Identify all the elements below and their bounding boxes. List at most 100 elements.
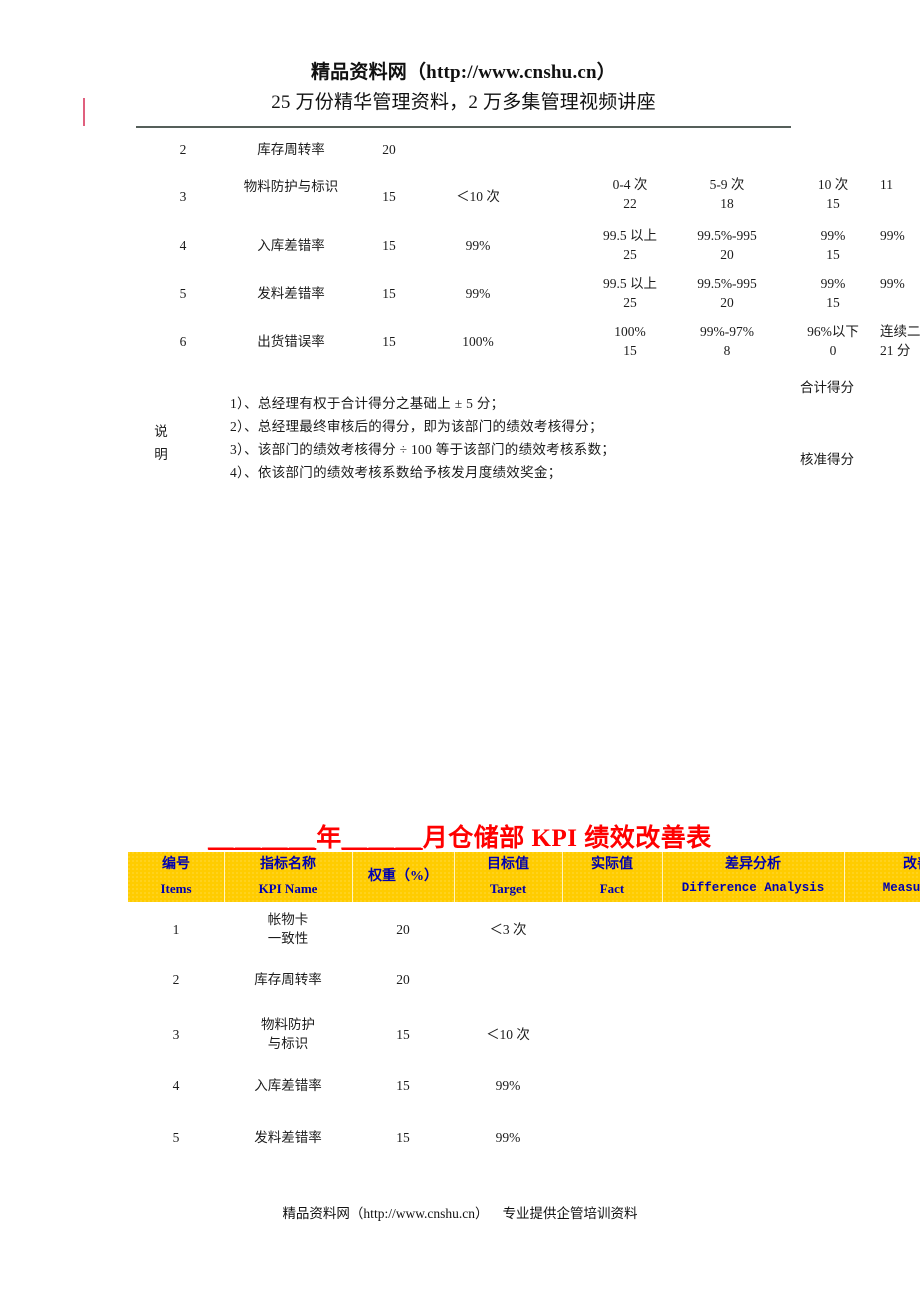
table-row: 5 发料差错率 15 99% [128,1113,920,1165]
table-row: 3 物料防护 与标识 15 ＜10 次 [128,1007,920,1061]
cell-grade-band-4: 连续二 21 分 [880,322,920,360]
cell-kpi-name: 物料防护与标识 [243,179,339,194]
footer-site: 精品资料网（http://www.cnshu.cn） [282,1206,489,1221]
column-header-cn: 编号 [162,857,190,872]
cell-grade-band-1: 0-4 次 22 [580,175,680,213]
kpi-name-line-1: 物料防护 [261,1017,315,1032]
table-row: 4 入库差错率 15 99% [128,1061,920,1113]
cell-weight: 15 [382,334,396,349]
column-separator [454,852,455,902]
title-blank-year: ＿＿＿＿ [208,825,317,852]
cell-target: 99% [465,286,491,301]
kpi-name-line-2: 与标识 [267,1036,309,1051]
table-row: 6 出货错误率 15 100% 100% 15 99%-97% 8 96%以下 … [0,320,920,368]
grade-score: 15 [826,247,840,262]
page-footer: 精品资料网（http://www.cnshu.cn） 专业提供企管培训资料 [0,1202,920,1222]
column-header-weight: 权重（%） [352,852,454,902]
column-header-cn: 实际值 [591,857,633,872]
grade-score: 21 分 [880,343,911,358]
cell-grade-band-1: 99.5 以上 25 [580,274,680,312]
list-item: 2）、总经理最终审核后的得分，即为该部门的绩效考核得分； [230,418,603,434]
cell-grade-band-4: 99% [880,226,920,245]
grade-label: 5-9 次 [709,177,745,192]
column-separator [352,852,353,902]
explanation-label: 说 明 [148,420,174,466]
column-header-en: KPI Name [258,881,318,896]
cell-grade-band-1: 99.5 以上 25 [580,226,680,264]
cell-kpi-name: 入库差错率 [224,1076,352,1095]
cell-weight: 15 [396,1078,410,1093]
column-header-en: Fact [599,881,625,896]
grade-score: 25 [623,247,637,262]
grade-label: 99.5%-995 [697,228,757,243]
column-header-fact: 实际值 Fact [562,852,662,902]
kpi-assessment-table-continued: 2 库存周转率 20 3 物料防护与标识 15 ＜10 次 0-4 次 22 5… [0,134,920,368]
grade-score: 18 [720,196,734,211]
grade-label: 0-4 次 [612,177,648,192]
column-separator [562,852,563,902]
grade-label: 99.5 以上 [603,228,657,243]
column-header-target: 目标值 Target [454,852,562,902]
cell-target: 99% [495,1130,521,1145]
title-year-char: 年 [316,825,342,852]
explanation-label-char-1: 说 [154,424,168,439]
cell-item-no: 4 [172,1078,180,1093]
column-header-cn: 改善措 [903,857,920,872]
table-row: 5 发料差错率 15 99% 99.5 以上 25 99.5%-995 20 9… [0,272,920,320]
grade-label: 连续二 [880,324,920,339]
kpi-name-line-1: 帐物卡 [267,912,309,927]
grade-label: 99% [820,276,846,291]
total-score-label: 合计得分 [800,380,854,395]
cell-grade-band-2: 5-9 次 18 [677,175,777,213]
cell-grade-band-4: 11 [880,175,920,194]
column-separator [224,852,225,902]
cell-kpi-name: 库存周转率 [224,970,352,989]
header-divider-rule [136,126,791,128]
cell-item-no: 4 [179,238,187,253]
list-item: 1）、总经理有权于合计得分之基础上 ± 5 分； [230,395,505,411]
cell-target: 99% [495,1078,521,1093]
kpi-name-line-1: 库存周转率 [254,972,322,987]
cell-item-no: 5 [172,1130,180,1145]
cell-item-no: 6 [179,334,187,349]
grade-score: 15 [826,295,840,310]
table-row: 3 物料防护与标识 15 ＜10 次 0-4 次 22 5-9 次 18 10 … [0,170,920,224]
cell-weight: 15 [382,286,396,301]
table-row: 2 库存周转率 20 [128,955,920,1007]
cell-grade-band-4: 99% [880,274,920,293]
cell-kpi-name: 发料差错率 [224,1128,352,1147]
cell-grade-band-3: 99% 15 [790,274,876,312]
column-separator [844,852,845,902]
column-header-en: Difference Analysis [681,881,825,895]
column-header-cn: 目标值 [487,857,529,872]
grade-label: 99% [820,228,846,243]
cell-grade-band-3: 96%以下 0 [790,322,876,360]
cell-weight: 15 [396,1027,410,1042]
revision-change-bar [83,98,85,126]
cell-kpi-name: 库存周转率 [257,142,325,157]
cell-grade-band-2: 99.5%-995 20 [677,274,777,312]
header-masthead: 精品资料网（http://www.cnshu.cn） 25 万份精华管理资料，2… [136,58,791,118]
cell-item-no: 3 [179,189,187,204]
column-header-cn: 权重（%） [368,869,438,884]
cell-target: ＜3 次 [489,922,527,937]
column-header-difference-analysis: 差异分析 Difference Analysis [662,852,844,902]
cell-item-no: 3 [172,1027,180,1042]
cell-weight: 20 [396,972,410,987]
cell-kpi-name: 帐物卡 一致性 [224,910,352,948]
cell-weight: 20 [396,922,410,937]
table-header-row: 编号 Items 指标名称 KPI Name 权重（%） 目标值 Target … [128,852,920,902]
footer-tagline: 专业提供企管培训资料 [502,1206,638,1221]
column-header-cn: 差异分析 [725,857,781,872]
table-row: 2 库存周转率 20 [0,134,920,170]
column-header-kpi-name: 指标名称 KPI Name [224,852,352,902]
kpi-improvement-table: 编号 Items 指标名称 KPI Name 权重（%） 目标值 Target … [128,852,920,1165]
cell-grade-band-3: 10 次 15 [790,175,876,213]
grade-label: 99%-97% [700,324,754,339]
cell-target: ＜10 次 [456,189,500,204]
kpi-name-line-1: 入库差错率 [254,1078,322,1093]
table-row: 4 入库差错率 15 99% 99.5 以上 25 99.5%-995 20 9… [0,224,920,272]
grade-label: 99% [880,276,905,291]
kpi-name-line-1: 发料差错率 [254,1130,322,1145]
column-separator [662,852,663,902]
